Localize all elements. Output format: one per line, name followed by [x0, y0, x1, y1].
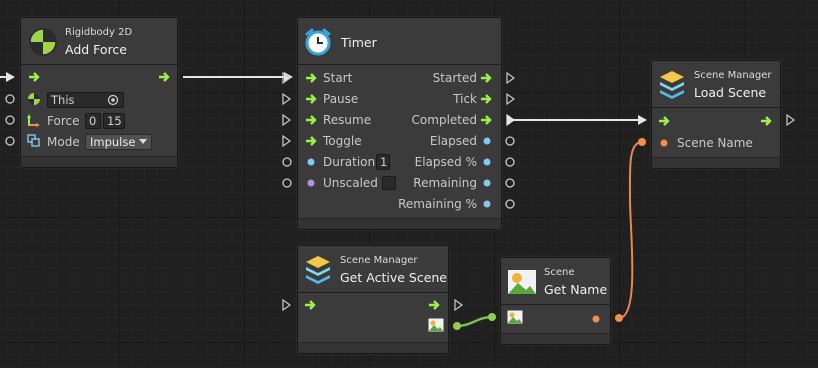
float-port-icon[interactable] — [482, 199, 492, 209]
node-title: Add Force — [65, 42, 127, 57]
node-title: Timer — [341, 35, 377, 50]
get-active-scene-external-ports[interactable] — [279, 298, 293, 312]
alarm-clock-icon — [305, 28, 331, 56]
control-input-arrow-icon[interactable] — [304, 299, 318, 311]
node-category: Rigidbody 2D — [65, 27, 133, 38]
control-input-arrow-icon[interactable] — [305, 135, 319, 147]
control-input-arrow-icon[interactable] — [28, 71, 42, 83]
timer-output-tick: Tick — [453, 92, 477, 106]
scene-manager-icon — [306, 256, 330, 284]
node-category: Scene — [544, 267, 575, 278]
target-value: This — [51, 93, 75, 107]
duration-field[interactable]: 1 — [376, 154, 390, 170]
wire-scene-value — [456, 315, 493, 328]
timer-external-ports[interactable] — [279, 70, 293, 190]
timer-input-start: Start — [323, 71, 353, 85]
timer-output-elapsed: Elapsed — [429, 134, 477, 148]
control-output-arrow-icon[interactable] — [158, 71, 172, 83]
wire-arrow-head — [638, 115, 647, 125]
timer-input-duration: Duration — [323, 155, 376, 169]
unscaled-checkbox[interactable] — [382, 176, 396, 190]
mode-dropdown[interactable]: Impulse — [85, 134, 153, 150]
scene-output-icon[interactable] — [428, 318, 444, 332]
timer-input-unscaled: Unscaled — [323, 176, 378, 190]
node-title: Get Name — [544, 282, 608, 297]
bool-port-icon[interactable] — [306, 178, 316, 188]
node-title: Load Scene — [694, 85, 767, 100]
scene-input-icon[interactable] — [507, 310, 523, 324]
rigidbody2d-icon — [29, 28, 57, 56]
load-scene-output-port[interactable] — [783, 113, 797, 127]
mode-value: Impulse — [90, 135, 136, 149]
float-port-icon[interactable] — [482, 157, 492, 167]
wire-string-value — [618, 141, 643, 319]
string-port-icon[interactable] — [591, 314, 601, 324]
force-x-field[interactable]: 0 — [85, 113, 101, 129]
node-footer — [652, 157, 780, 168]
timer-output-elapsed-percent: Elapsed % — [414, 155, 477, 169]
timer-input-toggle: Toggle — [323, 134, 362, 148]
get-name-node[interactable]: Scene Get Name — [500, 257, 611, 345]
timer-input-resume: Resume — [323, 113, 372, 127]
timer-output-remaining-percent: Remaining % — [398, 197, 477, 211]
force-label: Force — [47, 114, 80, 128]
timer-input-pause: Pause — [323, 92, 359, 106]
timer-output-started: Started — [432, 71, 477, 85]
control-input-arrow-icon[interactable] — [658, 115, 672, 127]
mode-label: Mode — [47, 135, 80, 149]
node-footer — [501, 333, 610, 344]
scene-icon — [508, 270, 536, 294]
float-port-icon[interactable] — [482, 178, 492, 188]
get-active-scene-node[interactable]: Scene Manager Get Active Scene — [297, 245, 449, 354]
control-output-arrow-icon[interactable] — [480, 114, 494, 126]
timer-node[interactable]: Timer Start Pause Resume Toggle Duration… — [297, 17, 502, 230]
enum-icon — [27, 134, 40, 147]
node-footer — [298, 342, 448, 353]
string-port-icon[interactable] — [659, 138, 669, 148]
control-output-arrow-icon[interactable] — [760, 115, 774, 127]
float-port-icon[interactable] — [482, 136, 492, 146]
add-force-node[interactable]: Rigidbody 2D Add Force This Force 0 15 M… — [20, 17, 178, 168]
add-force-input-ports[interactable] — [2, 92, 16, 152]
node-category: Scene Manager — [340, 255, 418, 266]
scene-manager-icon — [660, 71, 684, 99]
scene-name-input-label: Scene Name — [677, 136, 753, 150]
rigidbody2d-small-icon — [28, 93, 40, 105]
timer-output-remaining: Remaining — [413, 176, 477, 190]
timer-output-completed: Completed — [411, 113, 477, 127]
control-output-arrow-icon[interactable] — [428, 299, 442, 311]
node-category: Scene Manager — [694, 70, 772, 81]
force-y-field[interactable]: 15 — [103, 113, 125, 129]
control-output-arrow-icon[interactable] — [480, 93, 494, 105]
object-picker-icon[interactable] — [107, 94, 119, 106]
control-output-arrow-icon[interactable] — [480, 72, 494, 84]
chevron-down-icon — [139, 139, 148, 144]
vector2-icon — [27, 114, 40, 127]
control-input-arrow-icon[interactable] — [305, 93, 319, 105]
control-input-arrow-icon[interactable] — [305, 72, 319, 84]
load-scene-node[interactable]: Scene Manager Load Scene Scene Name — [651, 60, 781, 169]
float-port-icon[interactable] — [306, 157, 316, 167]
node-footer — [298, 218, 501, 229]
get-active-scene-output-port[interactable] — [451, 298, 465, 312]
control-input-arrow-icon[interactable] — [305, 114, 319, 126]
timer-output-external-ports[interactable] — [503, 70, 517, 212]
node-title: Get Active Scene — [340, 270, 448, 285]
node-footer — [21, 156, 177, 167]
